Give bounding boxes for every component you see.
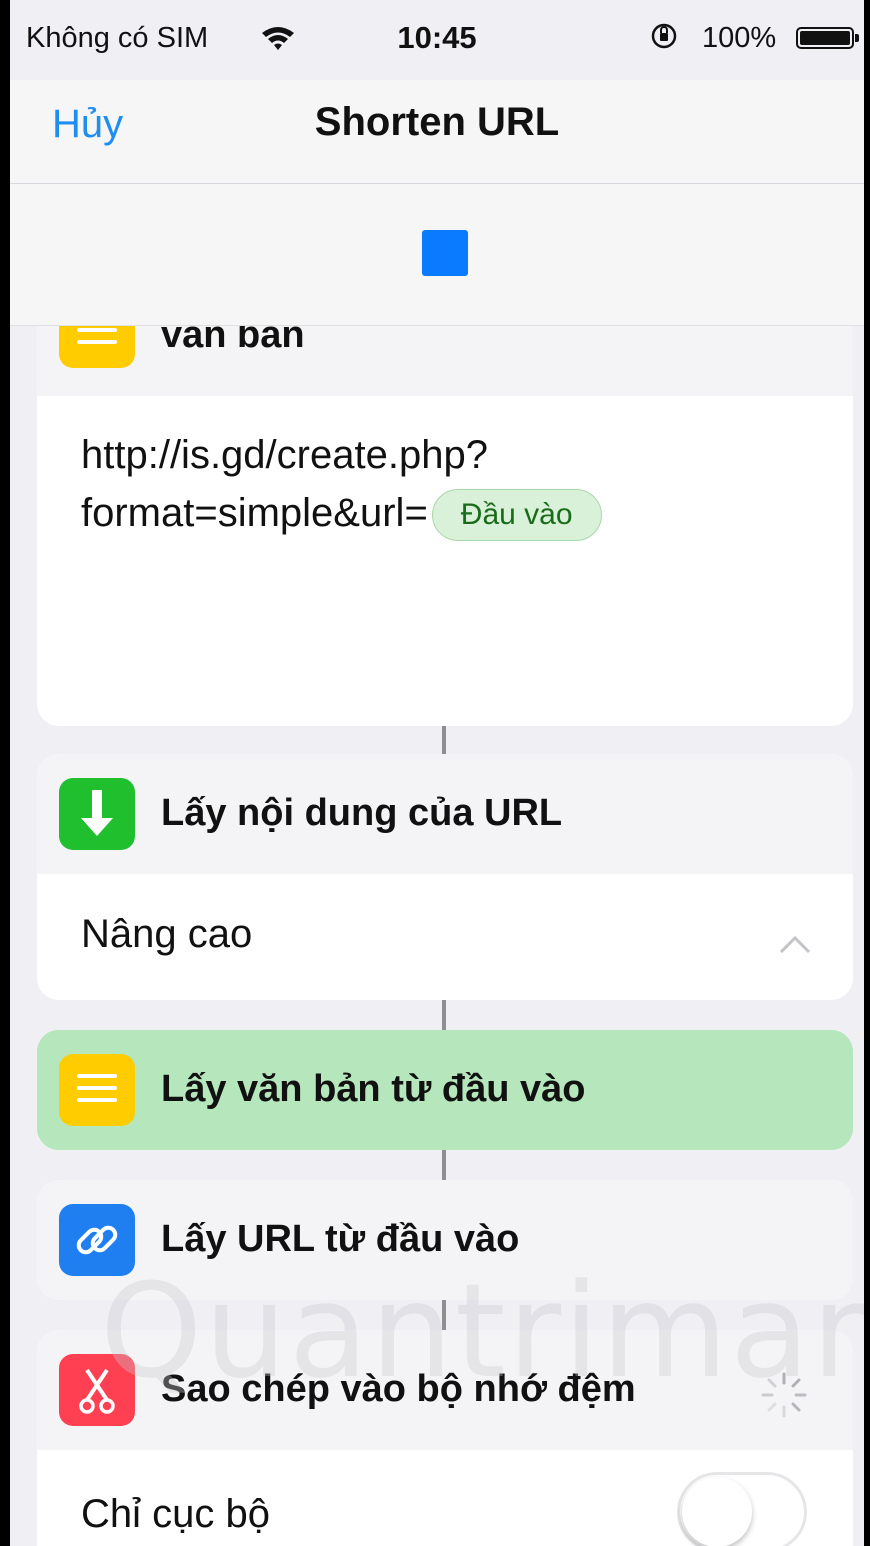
local-only-toggle[interactable] <box>677 1472 807 1546</box>
status-bar: Không có SIM 10:45 100% <box>10 0 864 80</box>
stop-button[interactable] <box>422 230 468 276</box>
action-connector <box>442 1000 446 1030</box>
input-variable-token[interactable]: Đầu vào <box>431 489 602 542</box>
shortcut-editor-screen: Không có SIM 10:45 100% Hủy Shorten URL … <box>10 0 864 1546</box>
local-only-row: Chỉ cục bộ <box>37 1452 853 1546</box>
navigation-bar: Hủy Shorten URL <box>10 80 864 184</box>
action-title: Lấy URL từ đầu vào <box>161 1218 520 1260</box>
scissors-icon <box>59 1354 135 1426</box>
action-header: Lấy nội dung của URL <box>37 754 853 874</box>
action-connector <box>442 1150 446 1180</box>
action-card-get-urls[interactable]: Lấy URL từ đầu vào <box>37 1180 853 1300</box>
text-content-field[interactable]: http://is.gd/create.php? format=simple&u… <box>81 426 821 542</box>
battery-icon <box>796 27 859 49</box>
loading-spinner-icon <box>761 1372 807 1418</box>
local-only-label: Chỉ cục bộ <box>81 1492 270 1536</box>
advanced-label: Nâng cao <box>81 912 253 956</box>
action-title: Sao chép vào bộ nhớ đệm <box>161 1368 636 1410</box>
action-connector <box>442 1300 446 1330</box>
run-bar <box>10 184 864 326</box>
advanced-row[interactable]: Nâng cao <box>37 876 853 1000</box>
orientation-lock-icon <box>651 23 677 49</box>
text-content-line2: format=simple&url= <box>81 491 428 535</box>
action-card-get-url-contents[interactable]: Lấy nội dung của URL Nâng cao <box>37 754 853 1000</box>
shortcut-title: Shorten URL <box>314 100 560 144</box>
action-title: Lấy văn bản từ đầu vào <box>161 1068 586 1110</box>
action-card-get-text[interactable]: Lấy văn bản từ đầu vào <box>37 1030 853 1150</box>
chevron-up-icon <box>779 935 811 954</box>
action-card-text[interactable]: văn bản http://is.gd/create.php? format=… <box>37 286 853 726</box>
text-content-line1: http://is.gd/create.php? <box>81 433 488 477</box>
action-card-copy-clipboard[interactable]: Sao chép vào bộ nhớ đệm Chỉ cục bộ <box>37 1330 853 1546</box>
action-header: Lấy URL từ đầu vào <box>37 1180 853 1300</box>
action-connector <box>442 726 446 754</box>
action-title: Lấy nội dung của URL <box>161 792 563 834</box>
action-header: Sao chép vào bộ nhớ đệm <box>37 1330 853 1450</box>
action-header: Lấy văn bản từ đầu vào <box>37 1030 853 1150</box>
download-arrow-icon <box>59 778 135 850</box>
link-icon <box>59 1204 135 1276</box>
text-lines-icon <box>59 1054 135 1126</box>
battery-percent: 100% <box>702 22 777 54</box>
